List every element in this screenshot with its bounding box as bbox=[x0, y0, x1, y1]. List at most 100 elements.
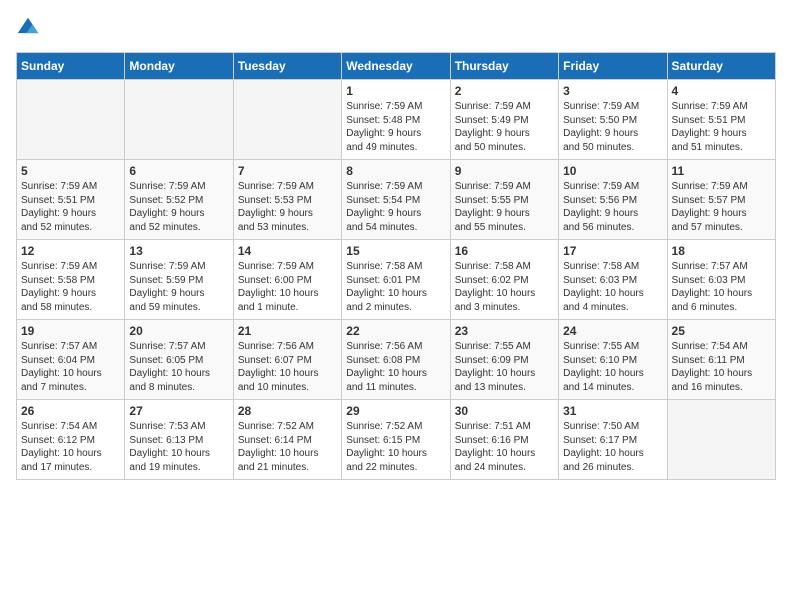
day-detail: Sunrise: 7:57 AM Sunset: 6:04 PM Dayligh… bbox=[21, 340, 120, 394]
day-number: 10 bbox=[563, 164, 662, 178]
day-number: 14 bbox=[238, 244, 337, 258]
day-number: 30 bbox=[455, 404, 554, 418]
day-number: 2 bbox=[455, 84, 554, 98]
calendar-week-3: 12 Sunrise: 7:59 AM Sunset: 5:58 PM Dayli… bbox=[17, 240, 776, 320]
header-wednesday: Wednesday bbox=[342, 53, 450, 80]
day-detail: Sunrise: 7:57 AM Sunset: 6:03 PM Dayligh… bbox=[672, 260, 771, 314]
calendar-week-2: 5 Sunrise: 7:59 AM Sunset: 5:51 PM Daylig… bbox=[17, 160, 776, 240]
day-detail: Sunrise: 7:52 AM Sunset: 6:14 PM Dayligh… bbox=[238, 420, 337, 474]
day-detail: Sunrise: 7:58 AM Sunset: 6:01 PM Dayligh… bbox=[346, 260, 445, 314]
day-detail: Sunrise: 7:59 AM Sunset: 5:59 PM Dayligh… bbox=[129, 260, 228, 314]
day-detail: Sunrise: 7:59 AM Sunset: 5:50 PM Dayligh… bbox=[563, 100, 662, 154]
calendar-week-1: 1Sunrise: 7:59 AM Sunset: 5:48 PM Daylig… bbox=[17, 80, 776, 160]
day-number: 28 bbox=[238, 404, 337, 418]
day-number: 7 bbox=[238, 164, 337, 178]
calendar-cell: 22 Sunrise: 7:56 AM Sunset: 6:08 PM Dayli… bbox=[342, 320, 450, 400]
calendar-cell bbox=[17, 80, 125, 160]
header-tuesday: Tuesday bbox=[233, 53, 341, 80]
day-detail: Sunrise: 7:59 AM Sunset: 5:57 PM Dayligh… bbox=[672, 180, 771, 234]
day-detail: Sunrise: 7:58 AM Sunset: 6:02 PM Dayligh… bbox=[455, 260, 554, 314]
calendar-header-row: SundayMondayTuesdayWednesdayThursdayFrid… bbox=[17, 53, 776, 80]
day-detail: Sunrise: 7:52 AM Sunset: 6:15 PM Dayligh… bbox=[346, 420, 445, 474]
day-number: 20 bbox=[129, 324, 228, 338]
day-detail: Sunrise: 7:54 AM Sunset: 6:12 PM Dayligh… bbox=[21, 420, 120, 474]
calendar-cell bbox=[233, 80, 341, 160]
calendar-cell: 19 Sunrise: 7:57 AM Sunset: 6:04 PM Dayli… bbox=[17, 320, 125, 400]
day-number: 4 bbox=[672, 84, 771, 98]
day-detail: Sunrise: 7:59 AM Sunset: 5:58 PM Dayligh… bbox=[21, 260, 120, 314]
calendar-cell: 14 Sunrise: 7:59 AM Sunset: 6:00 PM Dayli… bbox=[233, 240, 341, 320]
day-detail: Sunrise: 7:55 AM Sunset: 6:09 PM Dayligh… bbox=[455, 340, 554, 394]
day-detail: Sunrise: 7:53 AM Sunset: 6:13 PM Dayligh… bbox=[129, 420, 228, 474]
calendar-cell: 30 Sunrise: 7:51 AM Sunset: 6:16 PM Dayli… bbox=[450, 400, 558, 480]
calendar-cell: 25 Sunrise: 7:54 AM Sunset: 6:11 PM Dayli… bbox=[667, 320, 775, 400]
calendar-cell: 6 Sunrise: 7:59 AM Sunset: 5:52 PM Daylig… bbox=[125, 160, 233, 240]
calendar-cell bbox=[667, 400, 775, 480]
calendar-cell: 1Sunrise: 7:59 AM Sunset: 5:48 PM Daylig… bbox=[342, 80, 450, 160]
calendar-cell: 20Sunrise: 7:57 AM Sunset: 6:05 PM Dayli… bbox=[125, 320, 233, 400]
header-saturday: Saturday bbox=[667, 53, 775, 80]
day-number: 6 bbox=[129, 164, 228, 178]
calendar-cell: 12 Sunrise: 7:59 AM Sunset: 5:58 PM Dayli… bbox=[17, 240, 125, 320]
day-detail: Sunrise: 7:59 AM Sunset: 5:56 PM Dayligh… bbox=[563, 180, 662, 234]
calendar-cell: 13 Sunrise: 7:59 AM Sunset: 5:59 PM Dayli… bbox=[125, 240, 233, 320]
day-detail: Sunrise: 7:59 AM Sunset: 5:48 PM Dayligh… bbox=[346, 100, 445, 154]
calendar-cell: 9Sunrise: 7:59 AM Sunset: 5:55 PM Daylig… bbox=[450, 160, 558, 240]
day-detail: Sunrise: 7:50 AM Sunset: 6:17 PM Dayligh… bbox=[563, 420, 662, 474]
day-number: 3 bbox=[563, 84, 662, 98]
logo-icon bbox=[16, 16, 40, 40]
calendar-cell: 16 Sunrise: 7:58 AM Sunset: 6:02 PM Dayli… bbox=[450, 240, 558, 320]
calendar-cell: 8 Sunrise: 7:59 AM Sunset: 5:54 PM Daylig… bbox=[342, 160, 450, 240]
day-number: 21 bbox=[238, 324, 337, 338]
day-number: 12 bbox=[21, 244, 120, 258]
calendar-cell: 3 Sunrise: 7:59 AM Sunset: 5:50 PM Daylig… bbox=[559, 80, 667, 160]
day-number: 22 bbox=[346, 324, 445, 338]
day-detail: Sunrise: 7:59 AM Sunset: 5:52 PM Dayligh… bbox=[129, 180, 228, 234]
calendar-cell: 7 Sunrise: 7:59 AM Sunset: 5:53 PM Daylig… bbox=[233, 160, 341, 240]
day-number: 23 bbox=[455, 324, 554, 338]
day-number: 5 bbox=[21, 164, 120, 178]
day-number: 31 bbox=[563, 404, 662, 418]
day-number: 29 bbox=[346, 404, 445, 418]
day-detail: Sunrise: 7:59 AM Sunset: 5:55 PM Dayligh… bbox=[455, 180, 554, 234]
day-number: 26 bbox=[21, 404, 120, 418]
page-header bbox=[16, 16, 776, 40]
header-monday: Monday bbox=[125, 53, 233, 80]
day-detail: Sunrise: 7:59 AM Sunset: 5:53 PM Dayligh… bbox=[238, 180, 337, 234]
calendar-cell: 18 Sunrise: 7:57 AM Sunset: 6:03 PM Dayli… bbox=[667, 240, 775, 320]
calendar-cell: 26 Sunrise: 7:54 AM Sunset: 6:12 PM Dayli… bbox=[17, 400, 125, 480]
day-number: 27 bbox=[129, 404, 228, 418]
day-number: 24 bbox=[563, 324, 662, 338]
calendar-cell: 24 Sunrise: 7:55 AM Sunset: 6:10 PM Dayli… bbox=[559, 320, 667, 400]
calendar-cell: 10 Sunrise: 7:59 AM Sunset: 5:56 PM Dayli… bbox=[559, 160, 667, 240]
day-detail: Sunrise: 7:56 AM Sunset: 6:08 PM Dayligh… bbox=[346, 340, 445, 394]
day-detail: Sunrise: 7:54 AM Sunset: 6:11 PM Dayligh… bbox=[672, 340, 771, 394]
day-number: 11 bbox=[672, 164, 771, 178]
calendar-week-5: 26 Sunrise: 7:54 AM Sunset: 6:12 PM Dayli… bbox=[17, 400, 776, 480]
day-number: 13 bbox=[129, 244, 228, 258]
day-number: 19 bbox=[21, 324, 120, 338]
day-detail: Sunrise: 7:56 AM Sunset: 6:07 PM Dayligh… bbox=[238, 340, 337, 394]
day-number: 17 bbox=[563, 244, 662, 258]
calendar-cell: 17Sunrise: 7:58 AM Sunset: 6:03 PM Dayli… bbox=[559, 240, 667, 320]
day-number: 15 bbox=[346, 244, 445, 258]
day-number: 8 bbox=[346, 164, 445, 178]
day-detail: Sunrise: 7:55 AM Sunset: 6:10 PM Dayligh… bbox=[563, 340, 662, 394]
calendar-cell bbox=[125, 80, 233, 160]
header-sunday: Sunday bbox=[17, 53, 125, 80]
day-detail: Sunrise: 7:51 AM Sunset: 6:16 PM Dayligh… bbox=[455, 420, 554, 474]
day-number: 18 bbox=[672, 244, 771, 258]
header-thursday: Thursday bbox=[450, 53, 558, 80]
calendar-cell: 21 Sunrise: 7:56 AM Sunset: 6:07 PM Dayli… bbox=[233, 320, 341, 400]
day-detail: Sunrise: 7:59 AM Sunset: 5:51 PM Dayligh… bbox=[21, 180, 120, 234]
calendar-week-4: 19 Sunrise: 7:57 AM Sunset: 6:04 PM Dayli… bbox=[17, 320, 776, 400]
day-number: 16 bbox=[455, 244, 554, 258]
day-detail: Sunrise: 7:59 AM Sunset: 5:49 PM Dayligh… bbox=[455, 100, 554, 154]
calendar-cell: 28 Sunrise: 7:52 AM Sunset: 6:14 PM Dayli… bbox=[233, 400, 341, 480]
day-detail: Sunrise: 7:59 AM Sunset: 6:00 PM Dayligh… bbox=[238, 260, 337, 314]
calendar-cell: 5 Sunrise: 7:59 AM Sunset: 5:51 PM Daylig… bbox=[17, 160, 125, 240]
day-detail: Sunrise: 7:59 AM Sunset: 5:54 PM Dayligh… bbox=[346, 180, 445, 234]
day-detail: Sunrise: 7:59 AM Sunset: 5:51 PM Dayligh… bbox=[672, 100, 771, 154]
logo bbox=[16, 16, 44, 40]
day-number: 25 bbox=[672, 324, 771, 338]
